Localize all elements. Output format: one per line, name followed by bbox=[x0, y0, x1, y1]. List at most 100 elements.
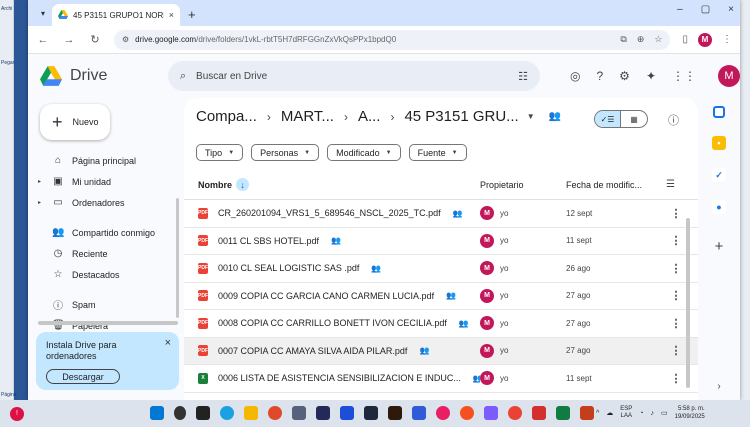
file-name-cell[interactable]: PDF 0008 COPIA CC CARRILLO BONETT IVON CE… bbox=[184, 317, 480, 329]
add-addon-icon[interactable]: + bbox=[715, 238, 724, 255]
sidebar-item-recent[interactable]: ◷ Reciente bbox=[28, 243, 178, 264]
start-icon[interactable] bbox=[150, 406, 164, 420]
browser-menu-icon[interactable]: ⋮ bbox=[722, 34, 732, 45]
file-name-cell[interactable]: X 0006 LISTA DE ASISTENCIA SENSIBILIZACIO… bbox=[184, 372, 480, 384]
table-row[interactable]: PDF 0010 CL SEAL LOGISTIC SAS .pdf 👥 Myo 26 … bbox=[184, 255, 698, 283]
more-actions-icon[interactable]: ⋮ bbox=[666, 234, 686, 247]
sidebar-item-spam[interactable]: ⓘ Spam bbox=[28, 294, 178, 315]
new-tab-button[interactable]: + bbox=[188, 7, 196, 22]
more-actions-icon[interactable]: ⋮ bbox=[666, 262, 686, 275]
chrome-icon[interactable] bbox=[268, 406, 282, 420]
browser-tab[interactable]: 45 P3151 GRUPO1 NORMA260 × bbox=[52, 4, 180, 26]
tab-close-icon[interactable]: × bbox=[169, 10, 174, 20]
close-icon[interactable]: × bbox=[165, 337, 171, 349]
word-icon[interactable] bbox=[340, 406, 354, 420]
breadcrumb-current[interactable]: 45 P3151 GRU... bbox=[404, 108, 518, 125]
table-row[interactable]: PDF 0009 COPIA CC GARCIA CANO CARMEN LUCI… bbox=[184, 283, 698, 310]
column-name[interactable]: Nombre ↓ bbox=[184, 178, 480, 191]
file-explorer-icon[interactable] bbox=[244, 406, 258, 420]
file-name-cell[interactable]: PDF 0010 CL SEAL LOGISTIC SAS .pdf 👥 bbox=[184, 262, 480, 274]
file-name-cell[interactable]: PDF CR_260201094_VRS1_5_689546_NSCL_2025_… bbox=[184, 207, 480, 219]
file-name-cell[interactable]: PDF 0007 COPIA CC AMAYA SILVA AIDA PILAR.… bbox=[184, 345, 480, 357]
extensions-icon[interactable]: ▯ bbox=[682, 34, 688, 45]
search-input[interactable]: Buscar en Drive bbox=[196, 71, 508, 82]
new-button[interactable]: + Nuevo bbox=[40, 104, 110, 140]
gemini-sparkle-icon[interactable]: ✦ bbox=[646, 69, 656, 83]
pdf-reader-icon[interactable] bbox=[532, 406, 546, 420]
breadcrumb-item[interactable]: Compa... bbox=[196, 108, 257, 125]
table-row[interactable]: X 0006 LISTA DE ASISTENCIA SENSIBILIZACIO… bbox=[184, 365, 698, 393]
breadcrumb-item[interactable]: A... bbox=[358, 108, 381, 125]
shared-folder-icon[interactable]: 👥 bbox=[549, 111, 561, 122]
column-modified[interactable]: Fecha de modific... bbox=[566, 180, 666, 190]
filter-modified[interactable]: Modificado ▼ bbox=[327, 144, 401, 161]
zoom-icon[interactable]: ⊕ bbox=[637, 34, 645, 45]
sidebar-item-home[interactable]: ⌂ Página principal bbox=[28, 150, 178, 171]
install-app-icon[interactable]: ⧉ bbox=[620, 34, 626, 45]
site-settings-icon[interactable]: ⚙ bbox=[122, 35, 129, 44]
close-window-button[interactable]: × bbox=[728, 4, 734, 15]
task-view-icon[interactable] bbox=[196, 406, 210, 420]
excel-icon[interactable] bbox=[556, 406, 570, 420]
photoshop-icon[interactable] bbox=[316, 406, 330, 420]
edge-icon[interactable] bbox=[220, 406, 234, 420]
photos-icon[interactable] bbox=[436, 406, 450, 420]
maximize-button[interactable]: ▢ bbox=[701, 4, 710, 15]
wifi-icon[interactable]: ◔ bbox=[639, 410, 643, 417]
filter-source[interactable]: Fuente ▼ bbox=[408, 144, 467, 161]
battery-icon[interactable]: ▭ bbox=[661, 409, 668, 417]
tasks-icon[interactable]: ✓ bbox=[712, 168, 726, 182]
clock[interactable]: 5:58 p. m. 19/09/2025 bbox=[675, 405, 705, 421]
language-indicator[interactable]: ESP LAA bbox=[620, 406, 632, 420]
chevron-right-icon[interactable]: › bbox=[717, 381, 720, 392]
tab-search-icon[interactable]: ▾ bbox=[34, 3, 52, 23]
contacts-icon[interactable]: ● bbox=[712, 200, 726, 214]
folder-menu-caret-icon[interactable]: ▼ bbox=[527, 112, 535, 121]
url-field[interactable]: ⚙ drive.google.com/drive/folders/1vkL-rb… bbox=[114, 29, 671, 50]
expand-caret-icon[interactable]: ▸ bbox=[38, 178, 44, 185]
grid-view-icon[interactable]: ▦ bbox=[621, 111, 647, 127]
app-icon[interactable] bbox=[364, 406, 378, 420]
list-view-icon[interactable]: ✓☰ bbox=[595, 111, 622, 127]
more-actions-icon[interactable]: ⋮ bbox=[666, 372, 686, 385]
table-row[interactable]: PDF CR_260201094_VRS1_5_689546_NSCL_2025_… bbox=[184, 200, 698, 228]
table-row[interactable]: PDF 0007 COPIA CC AMAYA SILVA AIDA PILAR.… bbox=[184, 337, 698, 365]
app-icon[interactable] bbox=[484, 406, 498, 420]
download-button[interactable]: Descargar bbox=[46, 369, 120, 384]
minimize-button[interactable]: – bbox=[677, 4, 683, 15]
more-actions-icon[interactable]: ⋮ bbox=[666, 207, 686, 220]
more-actions-icon[interactable]: ⋮ bbox=[666, 344, 686, 357]
breadcrumb-item[interactable]: MART... bbox=[281, 108, 334, 125]
search-bar[interactable]: ⌕ Buscar en Drive ☷ bbox=[167, 61, 540, 91]
app-icon[interactable] bbox=[460, 406, 474, 420]
sidebar-item-starred[interactable]: ☆ Destacados bbox=[28, 264, 178, 285]
drive-logo[interactable]: Drive bbox=[40, 66, 166, 86]
keep-icon[interactable]: ▪ bbox=[712, 136, 726, 150]
sidebar-item-computers[interactable]: ▸ ▭ Ordenadores bbox=[28, 192, 178, 213]
powerpoint-icon[interactable] bbox=[580, 406, 594, 420]
apps-grid-icon[interactable]: ⋮⋮ bbox=[672, 69, 696, 83]
more-actions-icon[interactable]: ⋮ bbox=[666, 317, 686, 330]
volume-icon[interactable]: ♪ bbox=[651, 410, 655, 417]
table-row[interactable]: PDF 0011 CL SBS HOTEL.pdf 👥 Myo 11 sept ⋮ bbox=[184, 228, 698, 255]
offline-status-icon[interactable]: ◎ bbox=[570, 69, 580, 83]
search-icon[interactable]: ⌕ bbox=[180, 70, 186, 83]
file-name-cell[interactable]: PDF 0009 COPIA CC GARCIA CANO CARMEN LUCI… bbox=[184, 290, 480, 302]
calculator-icon[interactable] bbox=[292, 406, 306, 420]
sort-arrow-down-icon[interactable]: ↓ bbox=[236, 178, 250, 191]
sidebar-item-my-drive[interactable]: ▸ ▣ Mi unidad bbox=[28, 171, 178, 192]
filter-people[interactable]: Personas ▼ bbox=[251, 144, 320, 161]
search-icon[interactable] bbox=[174, 406, 186, 420]
outlook-icon[interactable] bbox=[412, 406, 426, 420]
chrome-profile-icon[interactable] bbox=[508, 406, 522, 420]
expand-caret-icon[interactable]: ▸ bbox=[38, 199, 44, 206]
sidebar-item-shared[interactable]: 👥 Compartido conmigo bbox=[28, 222, 178, 243]
back-icon[interactable]: ← bbox=[36, 34, 50, 46]
file-name-cell[interactable]: PDF 0011 CL SBS HOTEL.pdf 👥 bbox=[184, 235, 480, 247]
sidebar-scrollbar[interactable] bbox=[176, 198, 179, 318]
file-list-scrollbar[interactable] bbox=[686, 218, 690, 388]
calendar-icon[interactable] bbox=[713, 106, 725, 118]
account-avatar[interactable]: M bbox=[718, 65, 740, 87]
notification-badge-icon[interactable]: ! bbox=[10, 406, 24, 421]
profile-avatar[interactable]: M bbox=[698, 32, 712, 47]
